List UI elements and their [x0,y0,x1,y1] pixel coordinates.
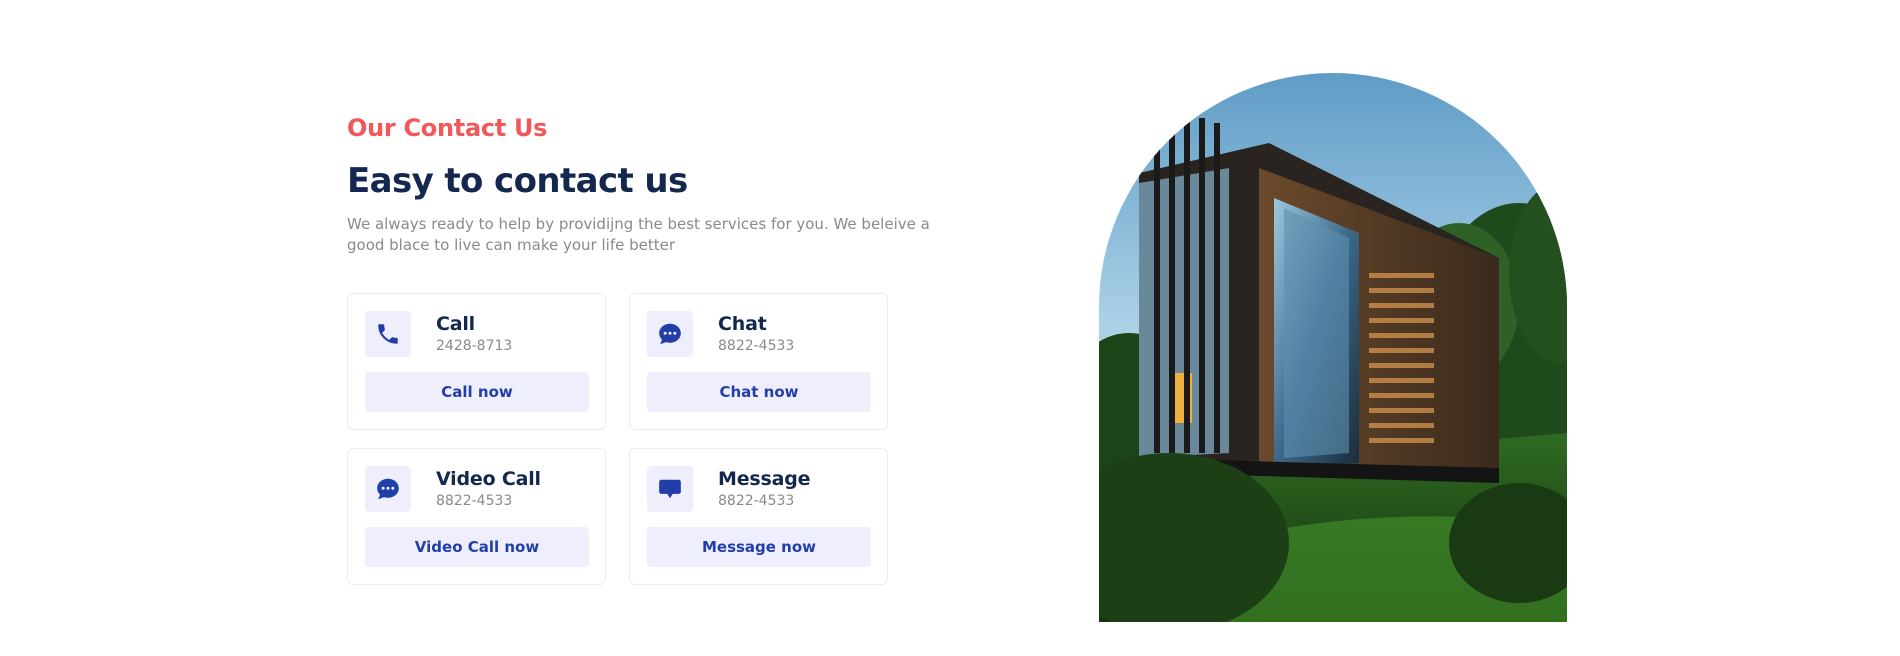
card-header: Video Call 8822-4533 [365,466,588,512]
card-title: Chat [718,313,767,335]
contact-cards-grid: Call 2428-8713 Call now Chat 8822-4533 C… [347,293,888,585]
card-number: 8822-4533 [718,493,795,509]
contact-card-message: Message 8822-4533 Message now [629,448,888,585]
card-text: Chat 8822-4533 [718,313,794,355]
chat-bubble-icon [365,466,411,512]
card-text: Message 8822-4533 [718,468,811,510]
section-heading: Easy to contact us [347,161,688,201]
card-number: 8822-4533 [436,493,513,509]
card-title: Message [718,468,811,490]
card-number: 8822-4533 [718,338,795,354]
card-number: 2428-8713 [436,338,513,354]
card-title: Call [436,313,475,335]
house-image [1099,73,1567,622]
contact-section: Our Contact Us Easy to contact us We alw… [0,0,1900,656]
card-text: Call 2428-8713 [436,313,512,355]
section-description: We always ready to help by providijng th… [347,215,930,254]
chat-bubble-icon [647,311,693,357]
phone-icon [365,311,411,357]
message-now-button[interactable]: Message now [647,527,871,567]
card-header: Message 8822-4533 [647,466,870,512]
contact-card-chat: Chat 8822-4533 Chat now [629,293,888,430]
card-header: Chat 8822-4533 [647,311,870,357]
card-text: Video Call 8822-4533 [436,468,541,510]
contact-card-video-call: Video Call 8822-4533 Video Call now [347,448,606,585]
contact-content: Our Contact Us Easy to contact us We alw… [347,108,957,585]
section-eyebrow: Our Contact Us [347,114,548,142]
video-call-now-button[interactable]: Video Call now [365,527,589,567]
card-header: Call 2428-8713 [365,311,588,357]
chat-now-button[interactable]: Chat now [647,372,871,412]
contact-card-call: Call 2428-8713 Call now [347,293,606,430]
message-icon [647,466,693,512]
card-title: Video Call [436,468,541,490]
call-now-button[interactable]: Call now [365,372,589,412]
